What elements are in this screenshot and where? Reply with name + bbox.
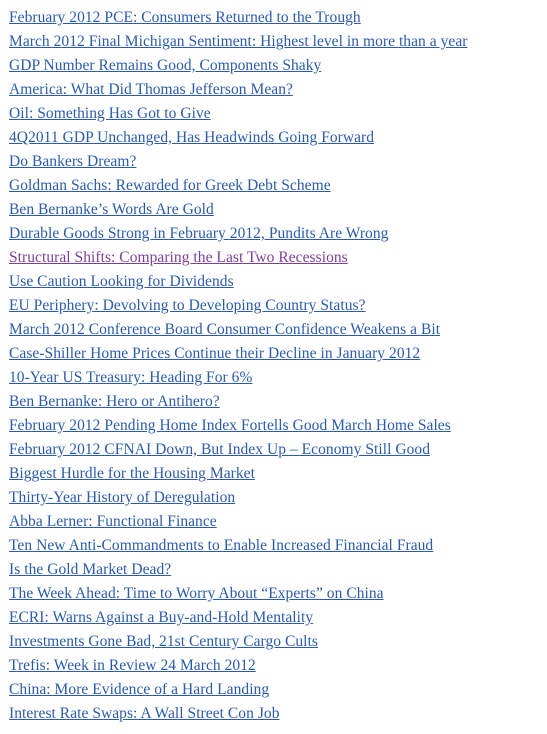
list-item: ECRI: Warns Against a Buy-and-Hold Menta… bbox=[9, 606, 547, 630]
list-item: Ben Bernanke’s Words Are Gold bbox=[9, 198, 547, 222]
list-item: 10-Year US Treasury: Heading For 6% bbox=[9, 366, 547, 390]
post-link[interactable]: Trefis: Week in Review 24 March 2012 bbox=[9, 657, 256, 674]
list-item: Abba Lerner: Functional Finance bbox=[9, 510, 547, 534]
post-link[interactable]: GDP Number Remains Good, Components Shak… bbox=[9, 57, 321, 74]
list-item: Goldman Sachs: Rewarded for Greek Debt S… bbox=[9, 174, 547, 198]
post-link[interactable]: 10-Year US Treasury: Heading For 6% bbox=[9, 369, 252, 386]
list-item: Investments Gone Bad, 21st Century Cargo… bbox=[9, 630, 547, 654]
post-link[interactable]: February 2012 PCE: Consumers Returned to… bbox=[9, 9, 361, 26]
list-item: Biggest Hurdle for the Housing Market bbox=[9, 462, 547, 486]
post-link[interactable]: February 2012 Pending Home Index Fortell… bbox=[9, 417, 451, 434]
list-item: GDP Number Remains Good, Components Shak… bbox=[9, 54, 547, 78]
post-link[interactable]: America: What Did Thomas Jefferson Mean? bbox=[9, 81, 293, 98]
list-item: March 2012 Final Michigan Sentiment: Hig… bbox=[9, 30, 547, 54]
list-item: February 2012 PCE: Consumers Returned to… bbox=[9, 6, 547, 30]
post-link[interactable]: Case-Shiller Home Prices Continue their … bbox=[9, 345, 420, 362]
list-item: EU Periphery: Devolving to Developing Co… bbox=[9, 294, 547, 318]
list-item: Ben Bernanke: Hero or Antihero? bbox=[9, 390, 547, 414]
list-item: Use Caution Looking for Dividends bbox=[9, 270, 547, 294]
post-link[interactable]: Do Bankers Dream? bbox=[9, 153, 136, 170]
post-link[interactable]: February 2012 CFNAI Down, But Index Up –… bbox=[9, 441, 430, 458]
post-link[interactable]: Durable Goods Strong in February 2012, P… bbox=[9, 225, 388, 242]
list-item: America: What Did Thomas Jefferson Mean? bbox=[9, 78, 547, 102]
post-link[interactable]: The Week Ahead: Time to Worry About “Exp… bbox=[9, 585, 384, 602]
post-link[interactable]: Oil: Something Has Got to Give bbox=[9, 105, 211, 122]
post-link[interactable]: March 2012 Final Michigan Sentiment: Hig… bbox=[9, 33, 468, 50]
list-item: China: More Evidence of a Hard Landing bbox=[9, 678, 547, 702]
post-link[interactable]: China: More Evidence of a Hard Landing bbox=[9, 681, 269, 698]
list-item: Durable Goods Strong in February 2012, P… bbox=[9, 222, 547, 246]
recent-posts-list: February 2012 PCE: Consumers Returned to… bbox=[0, 0, 547, 726]
list-item: February 2012 CFNAI Down, But Index Up –… bbox=[9, 438, 547, 462]
post-link[interactable]: Ben Bernanke: Hero or Antihero? bbox=[9, 393, 220, 410]
post-link[interactable]: EU Periphery: Devolving to Developing Co… bbox=[9, 297, 366, 314]
list-item: March 2012 Conference Board Consumer Con… bbox=[9, 318, 547, 342]
post-link[interactable]: Biggest Hurdle for the Housing Market bbox=[9, 465, 255, 482]
post-link[interactable]: Goldman Sachs: Rewarded for Greek Debt S… bbox=[9, 177, 331, 194]
list-item: Thirty-Year History of Deregulation bbox=[9, 486, 547, 510]
post-link[interactable]: Ten New Anti-Commandments to Enable Incr… bbox=[9, 537, 433, 554]
post-link[interactable]: Interest Rate Swaps: A Wall Street Con J… bbox=[9, 705, 280, 722]
post-link[interactable]: Is the Gold Market Dead? bbox=[9, 561, 171, 578]
list-item: Trefis: Week in Review 24 March 2012 bbox=[9, 654, 547, 678]
list-item: February 2012 Pending Home Index Fortell… bbox=[9, 414, 547, 438]
list-item: Do Bankers Dream? bbox=[9, 150, 547, 174]
post-link[interactable]: Abba Lerner: Functional Finance bbox=[9, 513, 217, 530]
list-item: 4Q2011 GDP Unchanged, Has Headwinds Goin… bbox=[9, 126, 547, 150]
post-link[interactable]: March 2012 Conference Board Consumer Con… bbox=[9, 321, 440, 338]
post-link[interactable]: 4Q2011 GDP Unchanged, Has Headwinds Goin… bbox=[9, 129, 374, 146]
post-link[interactable]: Ben Bernanke’s Words Are Gold bbox=[9, 201, 214, 218]
list-item: The Week Ahead: Time to Worry About “Exp… bbox=[9, 582, 547, 606]
post-link[interactable]: ECRI: Warns Against a Buy-and-Hold Menta… bbox=[9, 609, 313, 626]
list-item: Case-Shiller Home Prices Continue their … bbox=[9, 342, 547, 366]
list-item: Interest Rate Swaps: A Wall Street Con J… bbox=[9, 702, 547, 726]
post-link[interactable]: Structural Shifts: Comparing the Last Tw… bbox=[9, 249, 348, 266]
list-item: Is the Gold Market Dead? bbox=[9, 558, 547, 582]
post-link[interactable]: Investments Gone Bad, 21st Century Cargo… bbox=[9, 633, 318, 650]
list-item: Ten New Anti-Commandments to Enable Incr… bbox=[9, 534, 547, 558]
post-link[interactable]: Use Caution Looking for Dividends bbox=[9, 273, 234, 290]
list-item: Oil: Something Has Got to Give bbox=[9, 102, 547, 126]
list-item: Structural Shifts: Comparing the Last Tw… bbox=[9, 246, 547, 270]
post-link[interactable]: Thirty-Year History of Deregulation bbox=[9, 489, 235, 506]
